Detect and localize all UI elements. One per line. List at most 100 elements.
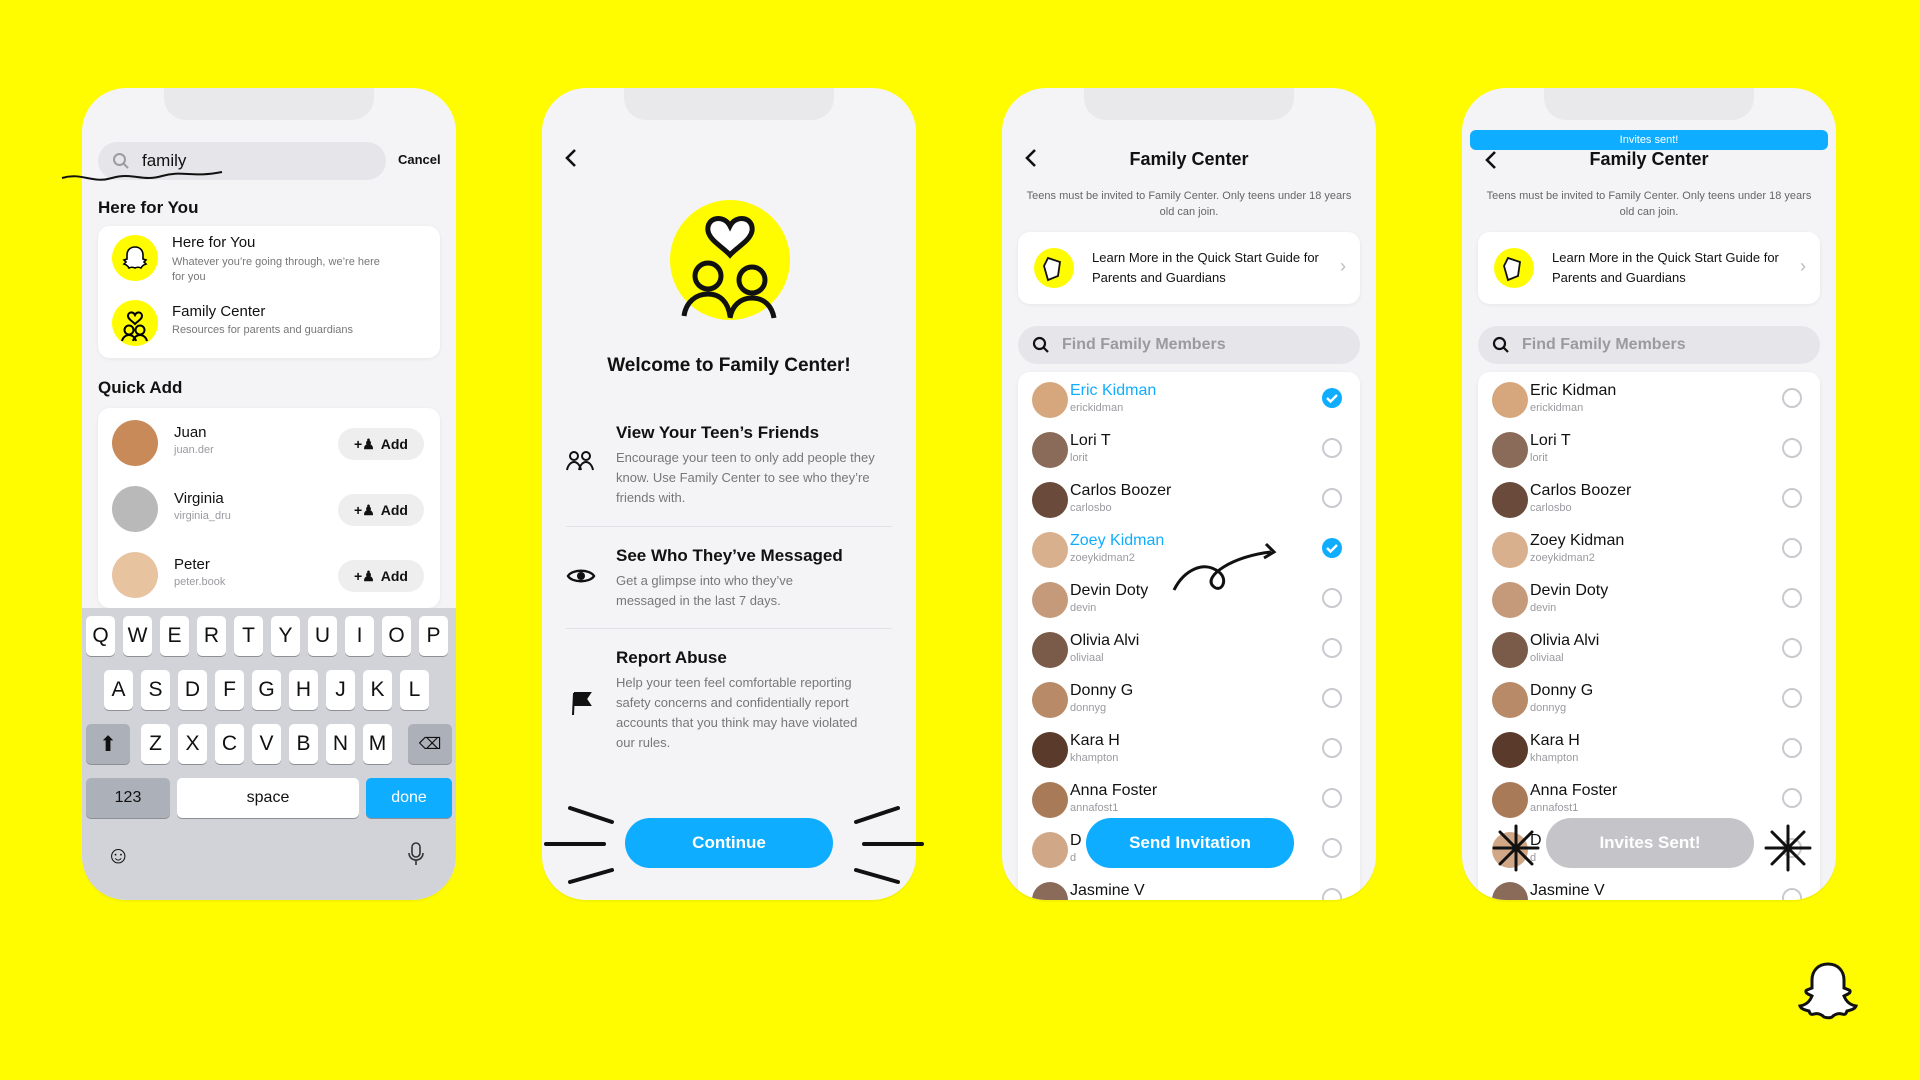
space-key[interactable]: space (177, 778, 359, 818)
member-row[interactable]: Eric Kidman erickidman (1018, 376, 1360, 426)
info-text: Teens must be invited to Family Center. … (1026, 190, 1352, 218)
checkbox[interactable] (1782, 888, 1802, 900)
checkbox[interactable] (1782, 738, 1802, 758)
checkbox[interactable] (1782, 488, 1802, 508)
microphone-icon[interactable] (408, 842, 424, 866)
checkbox[interactable] (1782, 438, 1802, 458)
result-family-center[interactable]: Family Center Resources for parents and … (98, 292, 440, 358)
member-row[interactable]: Carlos Boozer carlosbo (1478, 476, 1820, 526)
numbers-key[interactable]: 123 (86, 778, 170, 818)
member-username: erickidman (1530, 402, 1584, 414)
checkbox[interactable] (1322, 638, 1342, 658)
key[interactable]: U (308, 616, 337, 656)
member-row[interactable]: Kara H khampton (1478, 726, 1820, 776)
shift-key[interactable]: ⬆ (86, 724, 130, 764)
checkmark-icon (1326, 544, 1338, 554)
member-row[interactable]: Olivia Alvi oliviaal (1018, 626, 1360, 676)
member-row[interactable]: Donny G donnyg (1018, 676, 1360, 726)
key[interactable]: T (234, 616, 263, 656)
backspace-key[interactable]: ⌫ (408, 724, 452, 764)
done-key[interactable]: done (366, 778, 452, 818)
member-name: Jasmine V (1530, 882, 1605, 899)
key[interactable]: B (289, 724, 318, 764)
key[interactable]: M (363, 724, 392, 764)
cancel-button[interactable]: Cancel (398, 152, 441, 167)
key[interactable]: J (326, 670, 355, 710)
member-row[interactable]: Jasmine V (1018, 876, 1360, 900)
find-family-search[interactable]: Find Family Members (1018, 326, 1360, 364)
member-name: Kara H (1070, 732, 1120, 749)
member-row[interactable]: Devin Doty devin (1478, 576, 1820, 626)
member-row[interactable]: Carlos Boozer carlosbo (1018, 476, 1360, 526)
member-row[interactable]: Lori T lorit (1018, 426, 1360, 476)
checkmark-icon (1326, 394, 1338, 404)
quick-add-card: Juan juan.der +♟ Add Virginia virginia_dr… (98, 408, 440, 608)
key[interactable]: N (326, 724, 355, 764)
member-username: annafost1 (1530, 802, 1579, 814)
result-here-for-you[interactable]: Here for You Whatever you’re going throu… (98, 226, 440, 292)
notch (164, 88, 374, 120)
key[interactable]: O (382, 616, 411, 656)
checkbox[interactable] (1322, 738, 1342, 758)
checkbox[interactable] (1782, 588, 1802, 608)
checkbox[interactable] (1782, 788, 1802, 808)
member-username: devin (1070, 602, 1097, 614)
member-row[interactable]: Eric Kidman erickidman (1478, 376, 1820, 426)
member-row[interactable]: Kara H khampton (1018, 726, 1360, 776)
checkbox[interactable] (1782, 638, 1802, 658)
key[interactable]: H (289, 670, 318, 710)
add-friend-button[interactable]: +♟ Add (338, 560, 424, 592)
key[interactable]: D (178, 670, 207, 710)
key[interactable]: C (215, 724, 244, 764)
key[interactable]: F (215, 670, 244, 710)
checkbox[interactable] (1782, 388, 1802, 408)
checkbox[interactable] (1782, 688, 1802, 708)
key[interactable]: I (345, 616, 374, 656)
find-family-search[interactable]: Find Family Members (1478, 326, 1820, 364)
key[interactable]: Z (141, 724, 170, 764)
back-arrow-icon[interactable] (564, 148, 578, 168)
send-invitation-button[interactable]: Send Invitation (1086, 818, 1294, 868)
key[interactable]: G (252, 670, 281, 710)
emoji-icon[interactable]: ☺ (106, 842, 131, 870)
member-row[interactable]: Lori T lorit (1478, 426, 1820, 476)
avatar (1032, 782, 1068, 818)
key[interactable]: W (123, 616, 152, 656)
add-friend-button[interactable]: +♟ Add (338, 494, 424, 526)
checkbox[interactable] (1322, 788, 1342, 808)
checkbox[interactable] (1322, 838, 1342, 858)
quick-add-username: juan.der (174, 444, 214, 456)
checkbox[interactable] (1322, 588, 1342, 608)
key[interactable]: L (400, 670, 429, 710)
checkbox[interactable] (1322, 488, 1342, 508)
add-friend-button[interactable]: +♟ Add (338, 428, 424, 460)
page-title: Family Center (1589, 149, 1709, 169)
guide-text: Learn More in the Quick Start Guide for … (1092, 250, 1319, 285)
key[interactable]: V (252, 724, 281, 764)
key[interactable]: A (104, 670, 133, 710)
key[interactable]: Q (86, 616, 115, 656)
key[interactable]: Y (271, 616, 300, 656)
shield-heart-icon (1494, 248, 1534, 288)
member-row[interactable]: Olivia Alvi oliviaal (1478, 626, 1820, 676)
checkbox-checked[interactable] (1322, 538, 1342, 558)
key[interactable]: K (363, 670, 392, 710)
key[interactable]: P (419, 616, 448, 656)
key[interactable]: S (141, 670, 170, 710)
checkbox[interactable] (1322, 888, 1342, 900)
flag-icon (572, 692, 592, 716)
checkbox[interactable] (1322, 438, 1342, 458)
quick-start-guide-link[interactable]: Learn More in the Quick Start Guide for … (1018, 232, 1360, 304)
quick-add-username: virginia_dru (174, 510, 231, 522)
key[interactable]: E (160, 616, 189, 656)
member-row[interactable]: Donny G donnyg (1478, 676, 1820, 726)
key[interactable]: X (178, 724, 207, 764)
checkbox[interactable] (1322, 688, 1342, 708)
member-row[interactable]: Zoey Kidman zoeykidman2 (1478, 526, 1820, 576)
checkbox[interactable] (1782, 538, 1802, 558)
checkbox-checked[interactable] (1322, 388, 1342, 408)
quick-start-guide-link[interactable]: Learn More in the Quick Start Guide for … (1478, 232, 1820, 304)
key[interactable]: R (197, 616, 226, 656)
phone-invite-screen: Family Center Teens must be invited to F… (1002, 88, 1376, 900)
member-row[interactable]: Jasmine V (1478, 876, 1820, 900)
